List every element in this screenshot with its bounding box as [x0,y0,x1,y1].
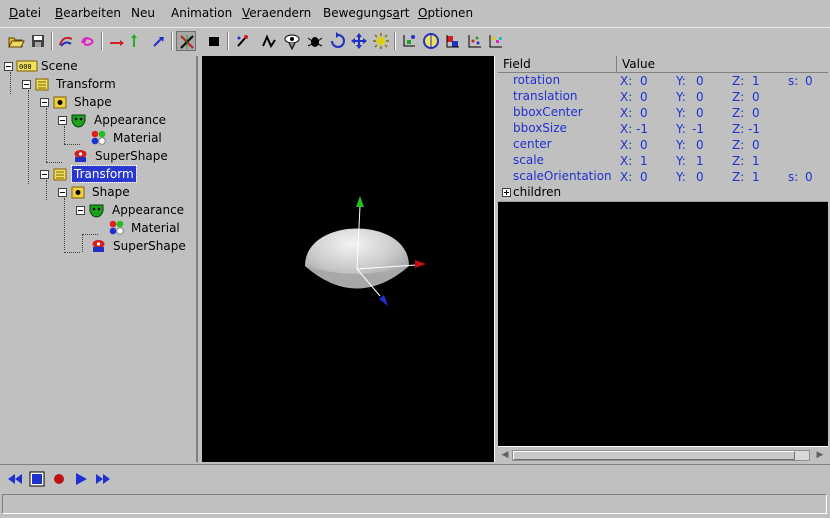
collapse-icon[interactable] [76,206,85,215]
bug-icon[interactable] [305,31,325,51]
status-bar [2,494,827,514]
cut-transform-icon[interactable] [176,31,196,51]
shape-icon [71,186,85,199]
collapse-icon[interactable] [40,98,49,107]
scene-tree: 000 Scene Transform Shape Appearance Mat… [2,56,198,462]
field-row-scale[interactable]: scale X: 1 Y: 1 Z: 1 [498,153,828,170]
collapse-icon[interactable] [22,80,31,89]
collapse-icon[interactable] [58,188,67,197]
field-name: bboxCenter [513,105,583,119]
menu-bewegungsart[interactable]: Bewegungsart [323,6,410,20]
color-icon[interactable] [443,31,463,51]
stop-icon[interactable] [28,470,46,488]
points-icon[interactable] [465,31,485,51]
scroll-thumb[interactable] [513,451,795,460]
move-icon[interactable] [349,31,369,51]
rewind-icon[interactable] [6,470,24,488]
sphere-icon[interactable] [421,31,441,51]
menu-neu[interactable]: Neu [131,6,155,20]
menu-optionen[interactable]: Optionen [418,6,473,20]
collapse-icon[interactable] [40,170,49,179]
axis-icon[interactable] [399,31,419,51]
light-icon[interactable] [371,31,391,51]
field-name: children [513,185,562,199]
field-row-bboxsize[interactable]: bboxSize X: -1 Y: -1 Z: -1 [498,121,828,138]
tool-icon[interactable] [233,31,253,51]
collapse-icon[interactable] [58,116,67,125]
field-name: translation [513,89,578,103]
palette-icon[interactable] [486,31,506,51]
menu-veraendern[interactable]: Veraendern [242,6,311,20]
rotate-icon[interactable] [328,31,348,51]
spiral-icon[interactable] [78,31,98,51]
shape-icon [53,96,67,109]
supershape-icon [74,150,87,162]
translate-x-icon[interactable] [106,31,126,51]
header-value[interactable]: Value [622,57,655,71]
horizontal-scrollbar[interactable]: ◀ ▶ [498,446,828,463]
fast-forward-icon[interactable] [94,470,112,488]
field-row-scaleorientation[interactable]: scaleOrientation X: 0 Y: 0 Z: 1 s: 0 [498,169,828,186]
toolbar [0,27,830,55]
viewport-canvas[interactable] [202,56,494,462]
play-icon[interactable] [72,470,90,488]
field-name: center [513,137,552,151]
field-name: scale [513,153,544,167]
scene-graph-icon[interactable] [56,31,76,51]
transform-icon [53,168,67,181]
expand-icon[interactable] [502,188,511,197]
field-row-children[interactable]: children [498,185,828,202]
field-row-bboxcenter[interactable]: bboxCenter X: 0 Y: 0 Z: 0 [498,105,828,122]
stop-icon[interactable] [204,31,224,51]
translate-z-icon[interactable] [148,31,168,51]
supershape-icon [92,240,105,252]
save-icon[interactable] [28,31,48,51]
field-editor: Field Value rotation X: 0 Y: 0 Z: 1 s: 0 tra… [498,56,828,463]
field-name: scaleOrientation [513,169,612,183]
3d-viewport[interactable] [202,56,494,462]
bend-icon[interactable] [259,31,279,51]
menu-datei[interactable]: Datei [9,6,41,20]
field-name: rotation [513,73,561,87]
collapse-icon[interactable] [4,62,13,71]
view-icon[interactable] [282,31,302,51]
field-header: Field Value [498,56,828,73]
material-icon [109,220,124,235]
menu-bearbeiten[interactable]: Bearbeiten [55,6,121,20]
record-icon[interactable] [50,470,68,488]
scroll-left-icon[interactable]: ◀ [499,449,511,461]
material-icon [91,130,106,145]
svg-text:000: 000 [19,63,32,71]
scroll-right-icon[interactable]: ▶ [814,449,826,461]
field-name: bboxSize [513,121,567,135]
transform-icon [35,78,49,91]
translate-y-icon[interactable] [126,31,146,51]
appearance-icon [71,114,86,128]
menu-bar: Datei Bearbeiten Neu Animation Veraender… [0,0,830,26]
playback-bar [0,464,830,493]
open-icon[interactable] [6,31,26,51]
field-row-rotation[interactable]: rotation X: 0 Y: 0 Z: 1 s: 0 [498,73,828,90]
field-row-translation[interactable]: translation X: 0 Y: 0 Z: 0 [498,89,828,106]
header-field[interactable]: Field [503,57,531,71]
appearance-icon [89,204,104,218]
menu-animation[interactable]: Animation [171,6,232,20]
scene-icon: 000 [16,60,38,72]
field-row-center[interactable]: center X: 0 Y: 0 Z: 0 [498,137,828,154]
